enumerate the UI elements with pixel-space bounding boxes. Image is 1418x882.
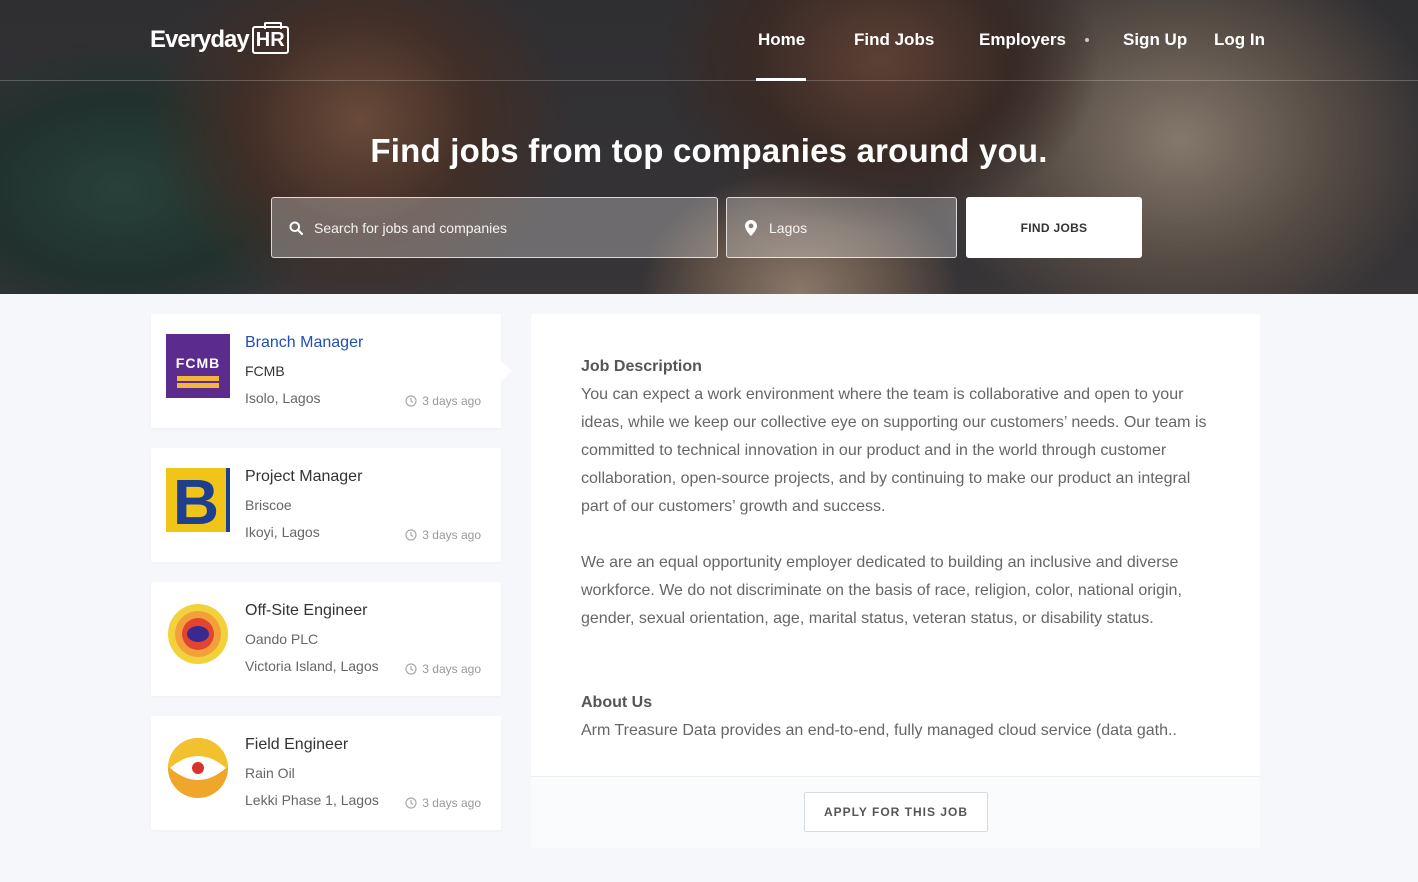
briscoe-logo-letter: B [173, 468, 219, 532]
apply-for-job-button[interactable]: APPLY FOR THIS JOB [804, 792, 988, 832]
job-card-branch-manager[interactable]: FCMB Branch Manager FCMB Isolo, Lagos 3 … [151, 314, 512, 428]
job-posted-time: 3 days ago [405, 528, 481, 542]
clock-icon [405, 529, 417, 541]
location-input[interactable] [769, 219, 939, 236]
nav-employers[interactable]: Employers [979, 28, 1066, 52]
hero-banner: Everyday HR Home Find Jobs Employers Sig… [0, 0, 1418, 294]
job-title[interactable]: Project Manager [245, 468, 362, 486]
search-input[interactable] [314, 219, 694, 236]
job-card-off-site-engineer[interactable]: Off-Site Engineer Oando PLC Victoria Isl… [151, 582, 501, 696]
job-title[interactable]: Off-Site Engineer [245, 602, 367, 620]
nav-separator-dot [1085, 38, 1089, 42]
job-card-field-engineer[interactable]: Field Engineer Rain Oil Lekki Phase 1, L… [151, 716, 501, 830]
fcmb-logo-text: FCMB [176, 355, 220, 371]
job-search-field[interactable] [271, 197, 718, 258]
job-description-paragraph-2: We are an equal opportunity employer ded… [581, 554, 1182, 627]
search-icon [288, 220, 304, 236]
clock-icon [405, 395, 417, 407]
job-company: Rain Oil [245, 765, 295, 781]
job-card-project-manager[interactable]: B Project Manager Briscoe Ikoyi, Lagos 3… [151, 448, 501, 562]
job-posted-text: 3 days ago [422, 662, 481, 676]
fcmb-logo: FCMB [166, 334, 230, 398]
header-divider [0, 80, 1418, 81]
job-description-heading: Job Description [581, 358, 702, 375]
find-jobs-button[interactable]: FIND JOBS [966, 197, 1142, 258]
job-company: Briscoe [245, 497, 292, 513]
nav-log-in[interactable]: Log In [1214, 28, 1265, 52]
oando-logo [166, 602, 230, 666]
job-posted-time: 3 days ago [405, 662, 481, 676]
briscoe-logo: B [166, 466, 230, 538]
job-posted-text: 3 days ago [422, 528, 481, 542]
job-title[interactable]: Branch Manager [245, 334, 363, 352]
job-location: Victoria Island, Lagos [245, 658, 379, 674]
job-company: FCMB [245, 363, 285, 379]
job-posted-text: 3 days ago [422, 796, 481, 810]
hero-title: Find jobs from top companies around you. [370, 132, 1048, 169]
job-posted-text: 3 days ago [422, 394, 481, 408]
job-location: Ikoyi, Lagos [245, 524, 320, 540]
nav-home[interactable]: Home [758, 28, 805, 52]
clock-icon [405, 663, 417, 675]
job-location: Lekki Phase 1, Lagos [245, 792, 379, 808]
about-us-heading: About Us [581, 694, 653, 711]
job-title[interactable]: Field Engineer [245, 736, 348, 754]
job-location: Isolo, Lagos [245, 390, 321, 406]
nav-sign-up[interactable]: Sign Up [1123, 28, 1187, 52]
rain-oil-logo [166, 736, 230, 800]
location-pin-icon [743, 219, 759, 236]
clock-icon [405, 797, 417, 809]
job-company: Oando PLC [245, 631, 319, 647]
job-posted-time: 3 days ago [405, 796, 481, 810]
job-detail-panel: Job Description You can expect a work en… [531, 314, 1260, 848]
nav-find-jobs[interactable]: Find Jobs [854, 28, 934, 52]
main-nav: Home Find Jobs Employers Sign Up Log In [0, 28, 1418, 52]
job-posted-time: 3 days ago [405, 394, 481, 408]
detail-footer: APPLY FOR THIS JOB [531, 776, 1260, 848]
location-field[interactable] [726, 197, 957, 258]
about-us-text: Arm Treasure Data provides an end-to-end… [581, 722, 1177, 739]
job-description-paragraph-1: You can expect a work environment where … [581, 386, 1207, 515]
